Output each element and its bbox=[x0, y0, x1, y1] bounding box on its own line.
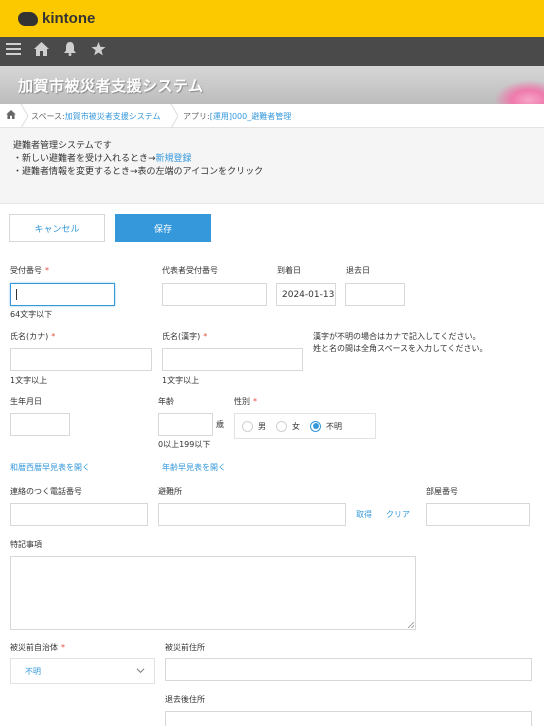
required-mark: * bbox=[203, 332, 208, 341]
phone-label: 連絡のつく電話番号 bbox=[10, 487, 82, 496]
age-unit: 歳 bbox=[216, 420, 224, 429]
bell-icon[interactable] bbox=[63, 42, 77, 60]
rep-receipt-no-input[interactable] bbox=[162, 283, 267, 306]
era-table-link[interactable]: 和暦西暦早見表を開く bbox=[10, 462, 90, 473]
space-banner: 加賀市被災者支援システム bbox=[0, 66, 544, 104]
birthdate-label: 生年月日 bbox=[10, 397, 42, 406]
receipt-no-hint: 64文字以下 bbox=[10, 310, 53, 319]
breadcrumb-separator bbox=[20, 104, 29, 128]
leave-date-label: 退去日 bbox=[346, 266, 370, 275]
name-kana-label-text: 氏名(カナ) bbox=[10, 332, 49, 341]
nav-bar bbox=[0, 37, 544, 66]
name-kanji-hint: 1文字以上 bbox=[162, 376, 200, 385]
name-note-line-1: 漢字が不明の場合はカナで記入してください。 bbox=[313, 332, 481, 341]
receipt-no-label: 受付番号 * bbox=[10, 265, 49, 276]
radio-circle-selected[interactable] bbox=[310, 420, 321, 432]
radio-circle[interactable] bbox=[276, 420, 287, 432]
notes-textarea[interactable] bbox=[10, 556, 416, 630]
name-kanji-input[interactable] bbox=[162, 348, 303, 371]
after-address-label: 退去後住所 bbox=[165, 695, 205, 704]
new-registration-link[interactable]: 新規登録 bbox=[156, 154, 192, 164]
home-icon[interactable] bbox=[34, 42, 49, 60]
age-table-link[interactable]: 年齢早見表を開く bbox=[162, 462, 226, 473]
app-description: 避難者管理システムです ・新しい避難者を受け入れるとき→新規登録 ・避難者情報を… bbox=[0, 128, 544, 204]
prev-municipality-value: 不明 bbox=[25, 666, 41, 676]
gender-option-label: 不明 bbox=[326, 421, 342, 431]
prev-municipality-label: 被災前自治体 * bbox=[10, 642, 65, 653]
kintone-logo[interactable]: kintone bbox=[18, 10, 95, 27]
breadcrumb-app[interactable]: アプリ:[運用]000_避難者管理 bbox=[183, 111, 291, 122]
description-line-2-text: ・新しい避難者を受け入れるとき→ bbox=[13, 154, 156, 164]
after-address-input[interactable] bbox=[165, 711, 532, 726]
required-mark: * bbox=[51, 332, 56, 341]
receipt-no-label-text: 受付番号 bbox=[10, 266, 42, 275]
room-no-label: 部屋番号 bbox=[426, 487, 458, 496]
notes-label: 特記事項 bbox=[10, 540, 42, 549]
gender-option-label: 女 bbox=[292, 421, 300, 431]
gender-option-female[interactable]: 女 bbox=[276, 420, 300, 432]
birthdate-input[interactable] bbox=[10, 413, 70, 436]
prev-address-label: 被災前住所 bbox=[165, 643, 205, 652]
banner-decoration bbox=[494, 80, 544, 104]
arrival-date-label: 到着日 bbox=[277, 266, 301, 275]
prev-address-input[interactable] bbox=[165, 658, 532, 681]
prev-municipality-label-text: 被災前自治体 bbox=[10, 643, 58, 652]
resize-handle-icon[interactable] bbox=[408, 622, 414, 628]
shelter-fetch-link[interactable]: 取得 bbox=[356, 509, 372, 520]
breadcrumb-app-link[interactable]: [運用]000_避難者管理 bbox=[210, 112, 292, 121]
logo-mark-icon bbox=[18, 11, 38, 26]
name-kana-hint: 1文字以上 bbox=[10, 376, 48, 385]
room-no-input[interactable] bbox=[426, 503, 530, 526]
age-input[interactable] bbox=[158, 413, 213, 436]
required-mark: * bbox=[253, 397, 257, 406]
banner-title: 加賀市被災者支援システム bbox=[18, 77, 204, 95]
breadcrumb-home-icon[interactable] bbox=[6, 110, 16, 121]
shelter-clear-link[interactable]: クリア bbox=[386, 509, 410, 520]
breadcrumb-separator bbox=[170, 104, 179, 128]
age-label: 年齢 bbox=[158, 397, 174, 406]
menu-icon[interactable] bbox=[6, 42, 21, 60]
gender-option-male[interactable]: 男 bbox=[242, 420, 266, 432]
arrival-date-input[interactable]: 2024-01-13 bbox=[276, 283, 336, 306]
name-kanji-label-text: 氏名(漢字) bbox=[162, 332, 201, 341]
breadcrumb-space[interactable]: スペース:加賀市被災者支援システム bbox=[31, 111, 161, 122]
prev-municipality-select[interactable]: 不明 bbox=[10, 658, 155, 684]
description-line-1: 避難者管理システムです bbox=[13, 141, 112, 151]
breadcrumb-space-link[interactable]: 加賀市被災者支援システム bbox=[65, 112, 161, 121]
save-button[interactable]: 保存 bbox=[115, 214, 211, 242]
age-hint: 0以上199以下 bbox=[158, 440, 211, 449]
description-line-3: ・避難者情報を変更するとき→表の左端のアイコンをクリック bbox=[13, 167, 264, 177]
logo-text: kintone bbox=[42, 10, 96, 27]
gender-option-unknown[interactable]: 不明 bbox=[310, 420, 342, 432]
breadcrumb-app-prefix: アプリ: bbox=[183, 112, 210, 121]
star-icon[interactable] bbox=[91, 42, 106, 60]
shelter-input[interactable] bbox=[158, 503, 346, 526]
chevron-down-icon bbox=[136, 666, 145, 678]
description-line-2: ・新しい避難者を受け入れるとき→新規登録 bbox=[13, 153, 544, 166]
radio-dot bbox=[312, 423, 319, 429]
name-kana-input[interactable] bbox=[10, 348, 152, 371]
required-mark: * bbox=[45, 266, 49, 275]
shelter-label: 避難所 bbox=[158, 487, 182, 496]
breadcrumb-space-prefix: スペース: bbox=[31, 112, 65, 121]
top-bar: kintone bbox=[0, 0, 544, 37]
phone-input[interactable] bbox=[10, 503, 148, 526]
gender-label: 性別 * bbox=[234, 396, 257, 407]
gender-label-text: 性別 bbox=[234, 397, 250, 406]
gender-option-label: 男 bbox=[258, 421, 266, 431]
rep-receipt-no-label: 代表者受付番号 bbox=[162, 266, 218, 275]
name-note-line-2: 姓と名の間は全角スペースを入力してください。 bbox=[313, 344, 488, 353]
required-mark: * bbox=[61, 643, 65, 652]
receipt-no-input[interactable] bbox=[10, 283, 115, 306]
cancel-button[interactable]: キャンセル bbox=[9, 214, 105, 242]
text-caret bbox=[16, 289, 17, 300]
radio-circle[interactable] bbox=[242, 420, 253, 432]
gender-radio-group: 男 女 不明 bbox=[234, 413, 376, 439]
leave-date-input[interactable] bbox=[345, 283, 405, 306]
breadcrumb: スペース:加賀市被災者支援システム アプリ:[運用]000_避難者管理 bbox=[0, 104, 544, 128]
name-kanji-label: 氏名(漢字) * bbox=[162, 331, 207, 342]
name-kana-label: 氏名(カナ) * bbox=[10, 331, 55, 342]
